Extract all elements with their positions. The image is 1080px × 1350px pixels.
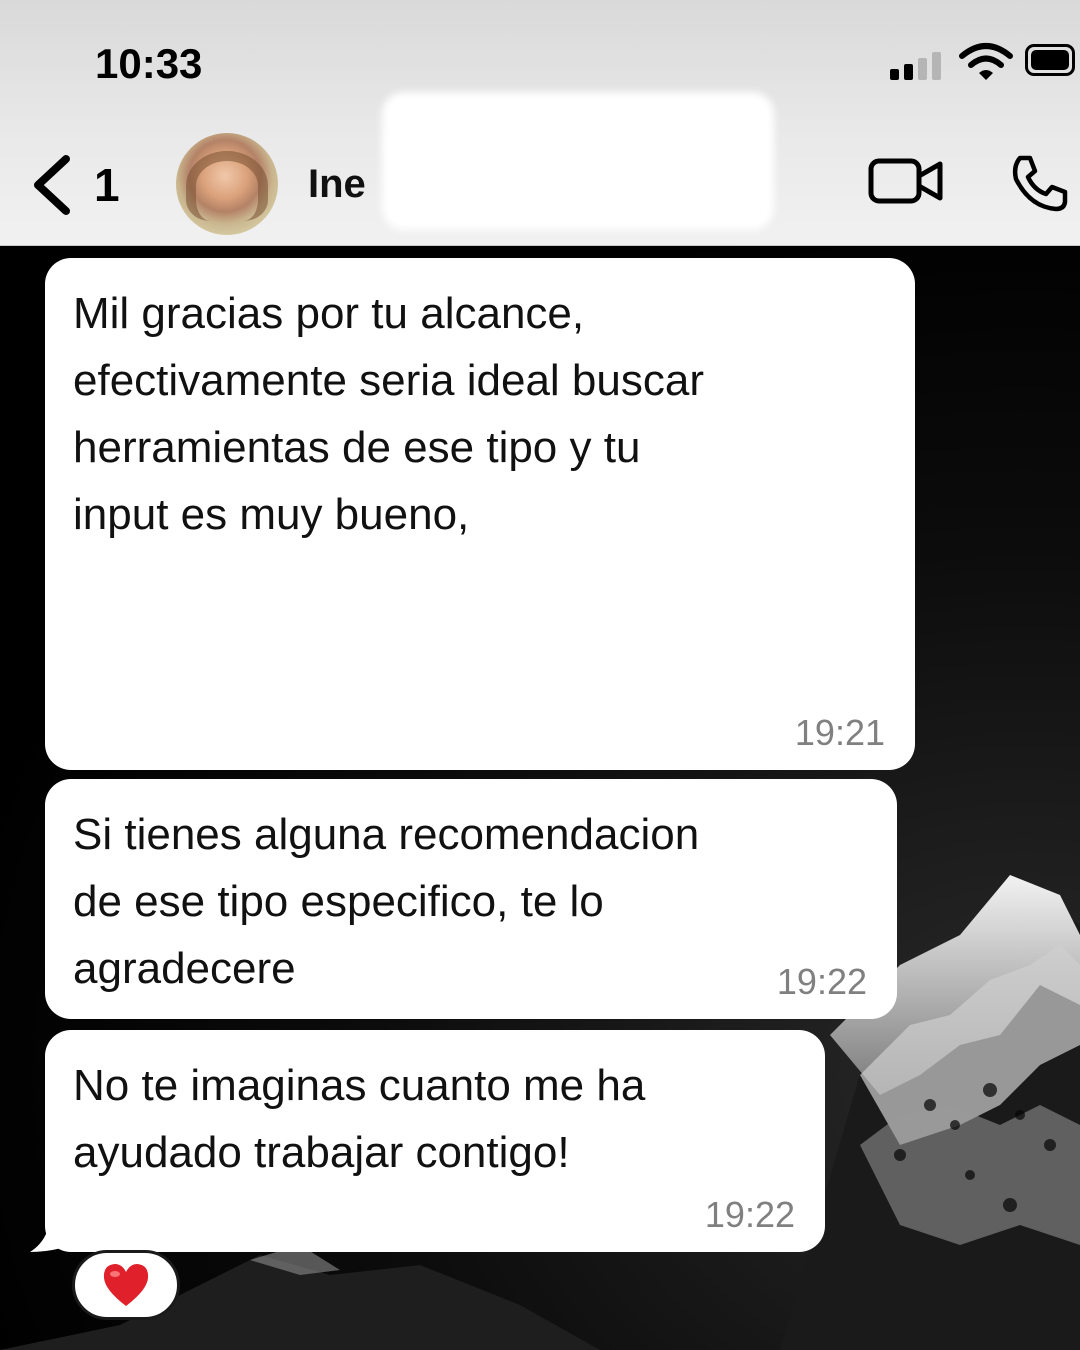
contact-name[interactable]: Ine [308,162,366,207]
redacted-area [382,92,774,230]
chat-header: 10:33 1 Ine [0,0,1080,246]
unread-count: 1 [94,159,120,211]
redacted-text [70,553,870,713]
video-call-button[interactable] [868,156,944,206]
bubble-tail [30,1208,88,1252]
message-bubble[interactable]: Mil gracias por tu alcance, efectivament… [45,258,915,770]
redacted-text [605,483,895,553]
cellular-signal-icon [890,50,946,80]
heart-icon [103,1264,149,1306]
back-button[interactable]: 1 [30,150,120,220]
reaction-badge[interactable] [72,1250,180,1320]
message-text: Si tienes alguna recomendacion de ese ti… [73,810,700,993]
message-text: No te imaginas cuanto me ha ayudado trab… [73,1061,646,1177]
message-time: 19:22 [704,1194,795,1235]
message-bubble[interactable]: No te imaginas cuanto me ha ayudado trab… [45,1030,825,1252]
battery-icon [1025,44,1075,76]
contact-avatar[interactable] [176,133,278,235]
wifi-icon [959,43,1013,80]
message-bubble[interactable]: Si tienes alguna recomendacion de ese ti… [45,779,897,1019]
status-bar-time: 10:33 [95,40,203,87]
message-time: 19:22 [776,961,867,1002]
phone-call-button[interactable] [1008,152,1070,214]
message-time: 19:21 [794,712,885,753]
chevron-left-icon [34,155,70,215]
